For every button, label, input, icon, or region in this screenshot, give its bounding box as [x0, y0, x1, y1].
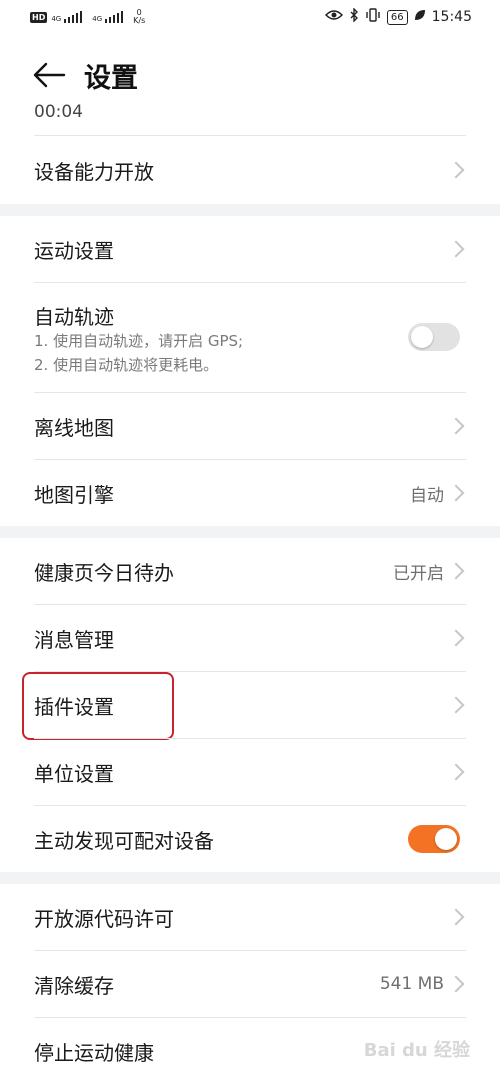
status-right: 66 15:45 [324, 7, 472, 26]
status-bar: HD 4G 4G 0 K/s 66 15:45 [0, 0, 500, 36]
battery-icon: 66 [386, 9, 408, 25]
chevron-right-icon [447, 161, 465, 179]
sim2-signal-icon: 4G [92, 11, 125, 23]
chevron-right-icon [447, 763, 465, 781]
auto-track-toggle[interactable] [408, 323, 460, 351]
section-gap [0, 204, 500, 216]
row-unit-settings[interactable]: 单位设置 [0, 739, 500, 805]
chevron-right-icon [447, 908, 465, 926]
row-label: 自动轨迹 [34, 305, 114, 329]
section-gap [0, 872, 500, 884]
leaf-icon [414, 9, 426, 25]
page-title: 设置 [84, 62, 138, 94]
sim2-label: 4G [92, 15, 103, 23]
sim1-signal-icon: 4G [51, 11, 84, 23]
row-health-todo[interactable]: 健康页今日待办 已开启 [0, 538, 500, 604]
row-desc-2: 2. 使用自动轨迹将更耗电。 [34, 356, 219, 374]
row-label: 消息管理 [34, 627, 114, 652]
row-map-engine[interactable]: 地图引擎 自动 [0, 460, 500, 526]
sim1-label: 4G [51, 15, 62, 23]
eye-icon [324, 9, 343, 25]
chevron-right-icon [447, 629, 465, 647]
row-label: 设备能力开放 [34, 159, 154, 184]
chevron-right-icon [447, 696, 465, 714]
row-value: 已开启 [393, 563, 444, 584]
row-auto-track: 自动轨迹 1. 使用自动轨迹，请开启 GPS; 2. 使用自动轨迹将更耗电。 [0, 283, 500, 392]
row-clear-cache[interactable]: 清除缓存 541 MB [0, 951, 500, 1017]
row-desc-1: 1. 使用自动轨迹，请开启 GPS; [34, 332, 244, 350]
toggle-knob [411, 326, 433, 348]
page-header: 设置 [0, 44, 500, 106]
watermark: Bai du 经验 [363, 1040, 470, 1061]
chevron-right-icon [447, 562, 465, 580]
row-label: 单位设置 [34, 761, 114, 786]
row-label: 健康页今日待办 [34, 560, 174, 585]
vibrate-icon [365, 8, 381, 26]
row-label: 地图引擎 [34, 482, 114, 507]
chevron-right-icon [447, 240, 465, 258]
row-value: 自动 [410, 485, 444, 506]
scrolled-peek-text: 00:04 [34, 102, 83, 120]
row-device-open[interactable]: 设备能力开放 [0, 136, 500, 204]
row-label: 主动发现可配对设备 [34, 828, 214, 853]
row-sport-settings[interactable]: 运动设置 [0, 216, 500, 282]
hd-badge: HD [30, 11, 48, 23]
chevron-right-icon [447, 975, 465, 993]
chevron-right-icon [447, 484, 465, 502]
row-value: 541 MB [379, 974, 444, 994]
status-left: HD 4G 4G 0 K/s [30, 9, 145, 25]
toggle-knob [435, 828, 457, 850]
row-label: 离线地图 [34, 415, 114, 440]
chevron-right-icon [447, 417, 465, 435]
row-message-mgmt[interactable]: 消息管理 [0, 605, 500, 671]
row-label: 停止运动健康 [34, 1040, 154, 1065]
row-label: 开放源代码许可 [34, 906, 174, 931]
row-auto-discover: 主动发现可配对设备 [0, 806, 500, 872]
highlight-box [22, 672, 174, 740]
row-offline-map[interactable]: 离线地图 [0, 393, 500, 459]
status-time: 15:45 [431, 9, 472, 25]
row-label: 运动设置 [34, 238, 114, 263]
back-arrow-icon[interactable] [30, 55, 70, 95]
net-speed: 0 K/s [133, 9, 145, 25]
row-open-source[interactable]: 开放源代码许可 [0, 884, 500, 950]
net-speed-unit: K/s [133, 16, 146, 25]
bluetooth-icon [349, 7, 359, 26]
auto-discover-toggle[interactable] [408, 825, 460, 853]
section-gap [0, 526, 500, 538]
row-label: 清除缓存 [34, 973, 114, 998]
